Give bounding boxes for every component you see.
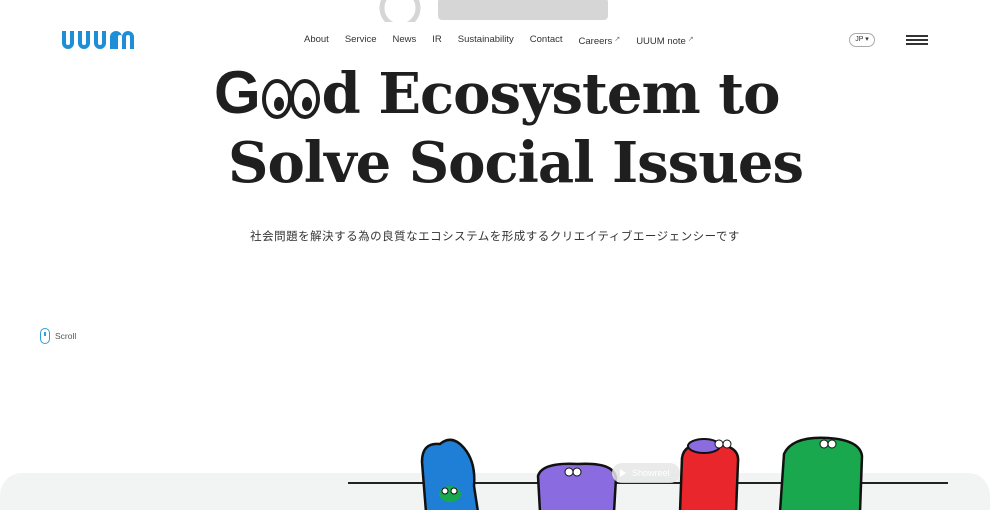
green-character [778, 436, 864, 510]
hero-subtitle: 社会問題を解決する為の良質なエコシステムを形成するクリエイティブエージェンシーで… [250, 231, 740, 243]
purple-character [536, 462, 618, 510]
nav-contact[interactable]: Contact [530, 33, 563, 49]
external-link-icon: ↗ [687, 36, 694, 43]
hero-title-g: G [214, 59, 261, 126]
showreel-label: Showreel [632, 468, 670, 478]
nav-news[interactable]: News [393, 33, 417, 49]
hero-title-line1: G d Ecosystem to [214, 58, 781, 127]
eyes-icon [261, 79, 320, 119]
hamburger-icon[interactable] [906, 35, 928, 45]
nav-service[interactable]: Service [345, 33, 377, 49]
nav-careers[interactable]: Careers ↗ [579, 33, 621, 49]
scroll-indicator[interactable]: Scroll [40, 328, 76, 344]
nav-ir[interactable]: IR [432, 33, 442, 49]
hero-title-rest: d Ecosystem to [321, 61, 781, 127]
mouse-icon [40, 328, 50, 344]
red-character [678, 438, 740, 510]
main-nav: About Service News IR Sustainability Con… [304, 33, 710, 49]
uuum-logo[interactable] [60, 29, 138, 51]
language-switcher[interactable]: JP ▾ [849, 33, 875, 47]
nav-about[interactable]: About [304, 33, 329, 49]
blue-character [420, 438, 479, 510]
nav-uuum-note[interactable]: UUUM note ↗ [636, 33, 694, 49]
scroll-label: Scroll [55, 331, 77, 341]
play-icon [620, 469, 626, 477]
showreel-button[interactable]: Showreel [612, 463, 680, 483]
external-link-icon: ↗ [614, 36, 621, 43]
nav-sustainability[interactable]: Sustainability [458, 33, 514, 49]
hero-title-line2: Solve Social Issues [228, 130, 804, 196]
